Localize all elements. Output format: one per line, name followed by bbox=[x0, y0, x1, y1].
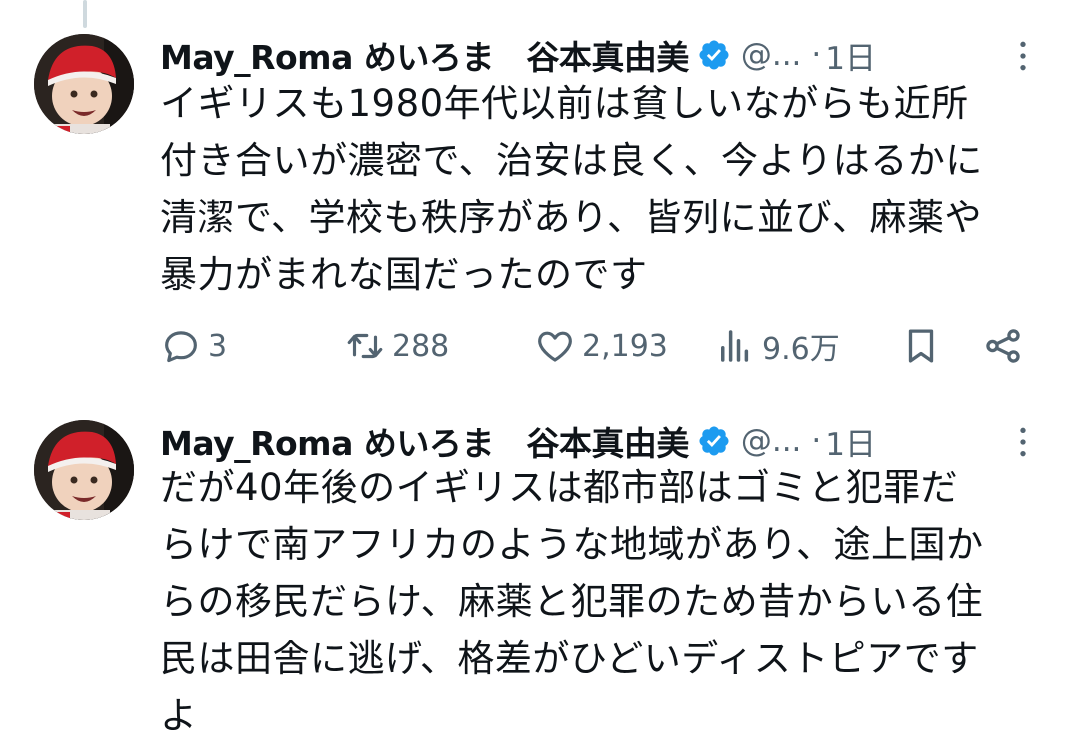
timestamp[interactable]: 1日 bbox=[825, 33, 876, 78]
display-name[interactable]: May_Roma めいろま 谷本真由美 bbox=[160, 417, 689, 465]
heart-icon bbox=[534, 325, 576, 367]
like-button[interactable]: 2,193 bbox=[534, 318, 668, 374]
separator-dot: · bbox=[811, 423, 822, 459]
more-dots-icon[interactable] bbox=[1003, 422, 1043, 462]
tweet-actions: 3 288 2,193 9.6万 bbox=[160, 318, 1040, 374]
bookmark-button[interactable] bbox=[900, 318, 942, 374]
retweet-button[interactable]: 288 bbox=[344, 318, 449, 374]
tweet-text: だが40年後のイギリスは都市部はゴミと犯罪だ らけで南アフリカのような地域があり… bbox=[160, 466, 984, 737]
verified-badge-icon bbox=[697, 424, 731, 458]
views-count: 9.6万 bbox=[762, 332, 840, 367]
share-button[interactable] bbox=[982, 318, 1024, 374]
views-bar-chart-icon bbox=[714, 325, 756, 367]
handle[interactable]: @... bbox=[741, 37, 802, 73]
like-count: 2,193 bbox=[582, 328, 668, 364]
verified-badge-icon bbox=[697, 38, 731, 72]
display-name[interactable]: May_Roma めいろま 谷本真由美 bbox=[160, 31, 689, 79]
retweet-count: 288 bbox=[392, 328, 450, 364]
views-button[interactable]: 9.6万 bbox=[714, 318, 840, 374]
handle[interactable]: @... bbox=[741, 423, 802, 459]
separator-dot: · bbox=[811, 37, 822, 73]
avatar-baby-santa-hat-image bbox=[34, 420, 134, 520]
more-dots-icon[interactable] bbox=[1003, 36, 1043, 76]
bookmark-icon bbox=[900, 325, 942, 367]
tweet[interactable]: May_Roma めいろま 谷本真由美 @... · 1日 イギリスも1980年… bbox=[0, 0, 1073, 400]
avatar[interactable] bbox=[34, 34, 134, 134]
share-icon bbox=[982, 325, 1024, 367]
tweet-text: イギリスも1980年代以前は貧しいながらも近所 付き合いが濃密で、治安は良く、今… bbox=[160, 82, 983, 296]
reply-count: 3 bbox=[208, 328, 228, 364]
avatar[interactable] bbox=[34, 420, 134, 520]
reply-button[interactable]: 3 bbox=[160, 318, 227, 374]
avatar-baby-santa-hat-image bbox=[34, 34, 134, 134]
timestamp[interactable]: 1日 bbox=[825, 419, 876, 464]
tweet-header: May_Roma めいろま 谷本真由美 @... · 1日 bbox=[160, 30, 1043, 80]
retweet-icon bbox=[344, 325, 386, 367]
reply-icon bbox=[160, 325, 202, 367]
